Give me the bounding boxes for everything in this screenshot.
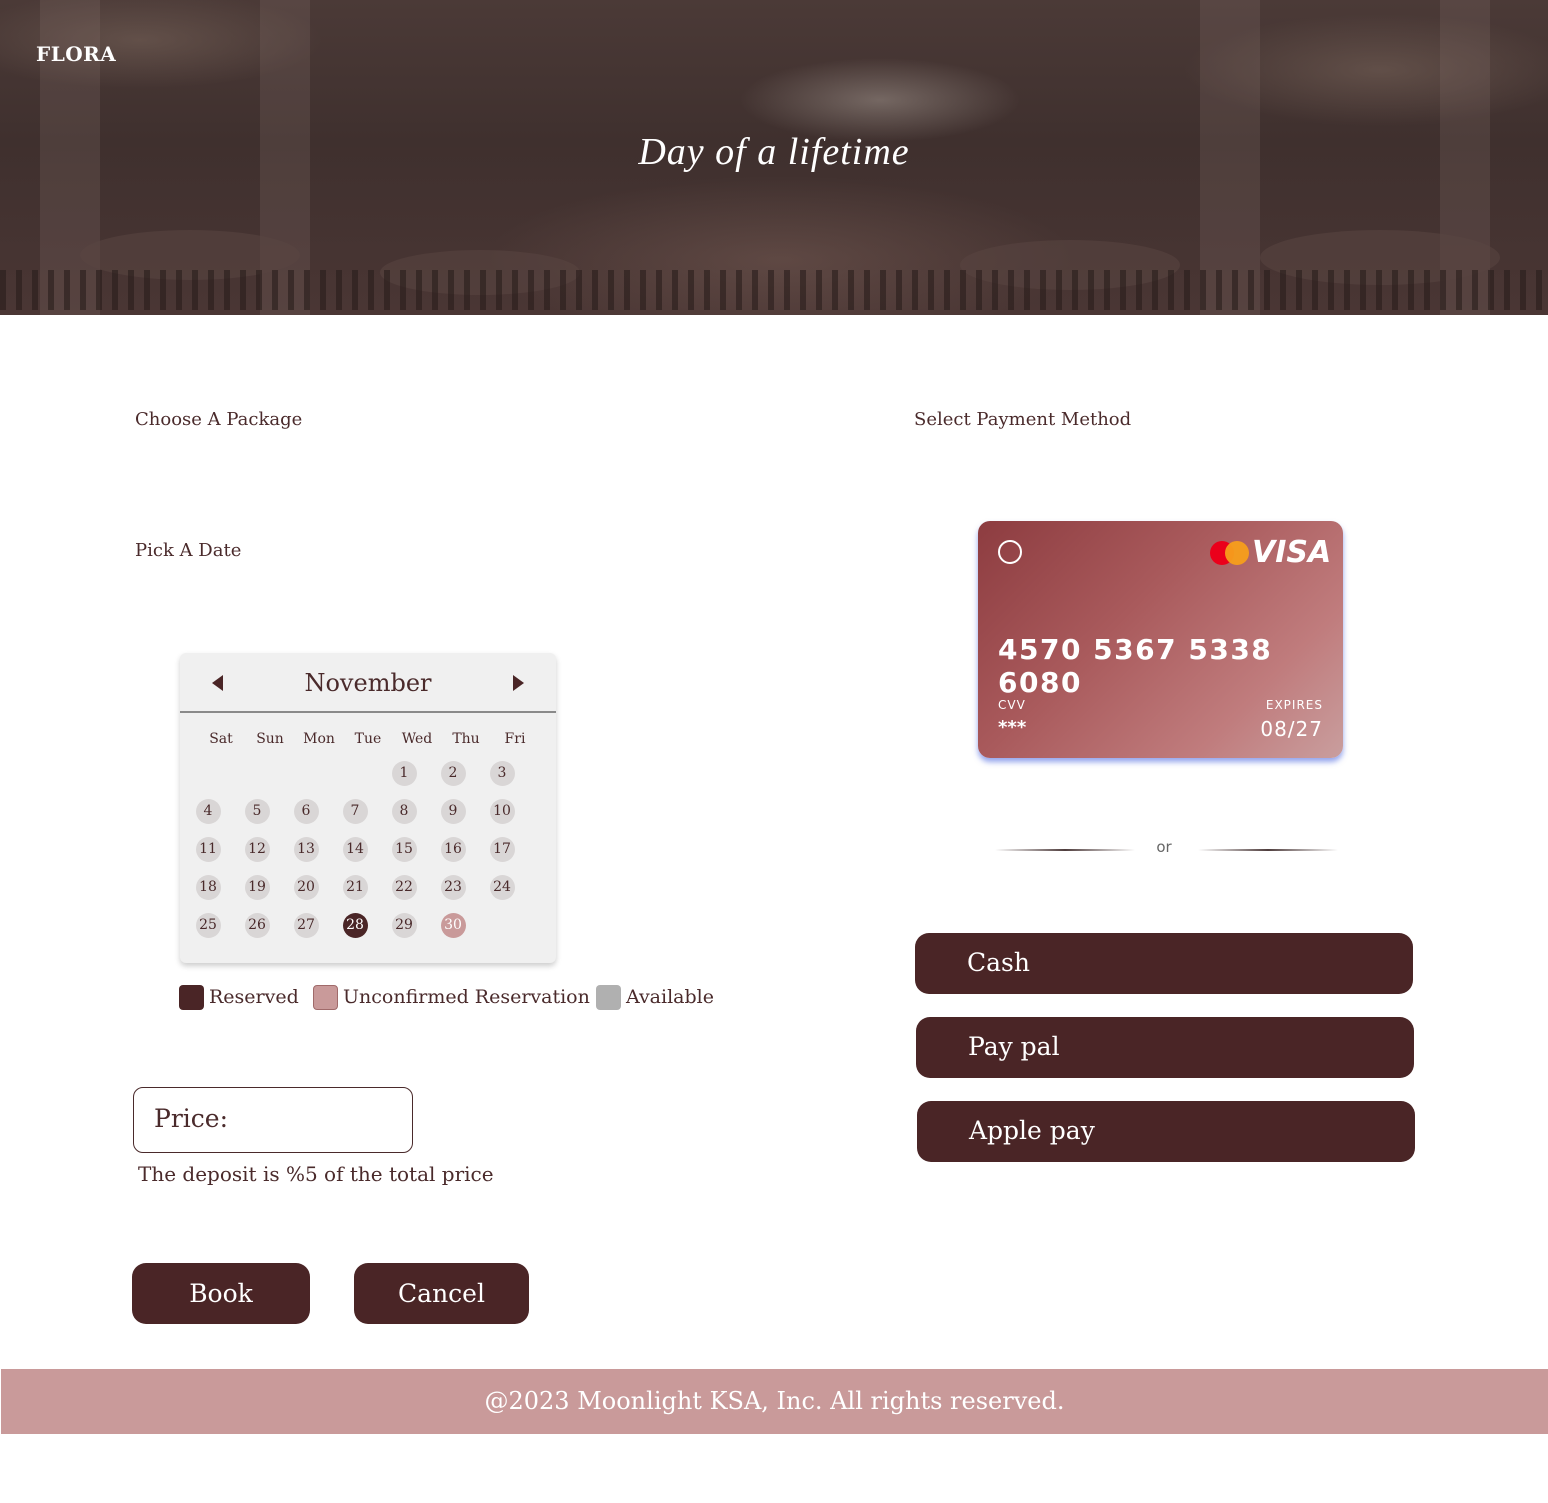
card-number: 4570 5367 5338 6080 — [998, 633, 1273, 699]
divider-left — [995, 849, 1135, 851]
calendar-day-15[interactable]: 15 — [391, 836, 417, 862]
calendar-day-7[interactable]: 7 — [342, 798, 368, 824]
calendar-day-16[interactable]: 16 — [440, 836, 466, 862]
calendar-day-12[interactable]: 12 — [244, 836, 270, 862]
hero-tagline: Day of a lifetime — [638, 131, 910, 173]
calendar-day-24[interactable]: 24 — [489, 874, 515, 900]
calendar-day-27[interactable]: 27 — [293, 912, 319, 938]
price-label: Price: — [154, 1104, 228, 1133]
calendar-day-5[interactable]: 5 — [244, 798, 270, 824]
legend-reserved: Reserved — [179, 984, 299, 1010]
calendar-header: November — [180, 653, 556, 713]
calendar-day-14[interactable]: 14 — [342, 836, 368, 862]
card-cvv-label: CVV — [998, 698, 1026, 712]
next-month-button[interactable] — [506, 671, 530, 695]
weekday-mon: Mon — [303, 731, 335, 747]
calendar-day-28[interactable]: 28 — [342, 912, 368, 938]
date-picker-calendar: November Sat Sun Mon Tue Wed Thu Fri 123… — [180, 653, 556, 963]
weekday-sat: Sat — [209, 731, 233, 747]
available-swatch — [596, 984, 621, 1010]
calendar-day-19[interactable]: 19 — [244, 874, 270, 900]
weekday-wed: Wed — [401, 731, 433, 747]
card-expires: 08/27 — [1260, 717, 1323, 741]
legend-available: Available — [596, 984, 714, 1010]
calendar-day-10[interactable]: 10 — [489, 798, 515, 824]
book-button[interactable]: Book — [132, 1263, 310, 1324]
brand-logo[interactable]: FLORA — [36, 42, 116, 66]
payment-method-label: Select Payment Method — [914, 409, 1132, 430]
calendar-day-26[interactable]: 26 — [244, 912, 270, 938]
calendar-day-9[interactable]: 9 — [440, 798, 466, 824]
choose-package-label: Choose A Package — [135, 409, 303, 430]
weekday-fri: Fri — [504, 731, 526, 747]
footer-copyright: @2023 Moonlight KSA, Inc. All rights res… — [484, 1387, 1065, 1415]
pay-applepay-button[interactable]: Apple pay — [917, 1101, 1415, 1162]
weekday-tue: Tue — [354, 731, 382, 747]
calendar-month: November — [304, 669, 432, 697]
calendar-day-25[interactable]: 25 — [195, 912, 221, 938]
calendar-day-11[interactable]: 11 — [195, 836, 221, 862]
card-expires-label: EXPIRES — [1265, 698, 1323, 712]
calendar-day-22[interactable]: 22 — [391, 874, 417, 900]
weekday-thu: Thu — [452, 731, 480, 747]
calendar-day-29[interactable]: 29 — [391, 912, 417, 938]
or-separator: or — [1156, 838, 1172, 856]
calendar-day-18[interactable]: 18 — [195, 874, 221, 900]
footer: @2023 Moonlight KSA, Inc. All rights res… — [1, 1369, 1548, 1434]
mastercard-icon — [1210, 541, 1249, 565]
legend-unconfirmed-label: Unconfirmed Reservation — [343, 986, 590, 1008]
divider-right — [1198, 849, 1338, 851]
pay-cash-button[interactable]: Cash — [915, 933, 1413, 994]
unconfirmed-swatch — [313, 984, 338, 1010]
credit-card[interactable]: VISA 4570 5367 5338 6080 CVV *** EXPIRES… — [978, 521, 1343, 758]
calendar-day-1[interactable]: 1 — [391, 760, 417, 786]
calendar-day-8[interactable]: 8 — [391, 798, 417, 824]
deposit-note: The deposit is %5 of the total price — [138, 1162, 494, 1186]
calendar-day-6[interactable]: 6 — [293, 798, 319, 824]
calendar-day-13[interactable]: 13 — [293, 836, 319, 862]
hero-banner: FLORA Day of a lifetime — [0, 0, 1548, 315]
cancel-button[interactable]: Cancel — [354, 1263, 529, 1324]
calendar-day-20[interactable]: 20 — [293, 874, 319, 900]
calendar-day-21[interactable]: 21 — [342, 874, 368, 900]
calendar-day-4[interactable]: 4 — [195, 798, 221, 824]
legend-reserved-label: Reserved — [209, 986, 299, 1008]
card-select-radio[interactable] — [998, 540, 1022, 564]
weekday-sun: Sun — [256, 731, 284, 747]
calendar-day-17[interactable]: 17 — [489, 836, 515, 862]
calendar-day-2[interactable]: 2 — [440, 760, 466, 786]
reserved-swatch — [179, 984, 204, 1010]
calendar-day-30[interactable]: 30 — [440, 912, 466, 938]
hero-chairs — [0, 270, 1548, 310]
calendar-day-23[interactable]: 23 — [440, 874, 466, 900]
price-field: Price: — [133, 1087, 413, 1153]
legend-available-label: Available — [626, 986, 714, 1008]
legend-unconfirmed: Unconfirmed Reservation — [313, 984, 590, 1010]
pay-paypal-button[interactable]: Pay pal — [916, 1017, 1414, 1078]
card-cvv: *** — [998, 717, 1027, 738]
pick-date-label: Pick A Date — [135, 540, 242, 561]
visa-logo: VISA — [1252, 535, 1332, 570]
calendar-day-3[interactable]: 3 — [489, 760, 515, 786]
caret-right-icon — [513, 675, 524, 691]
